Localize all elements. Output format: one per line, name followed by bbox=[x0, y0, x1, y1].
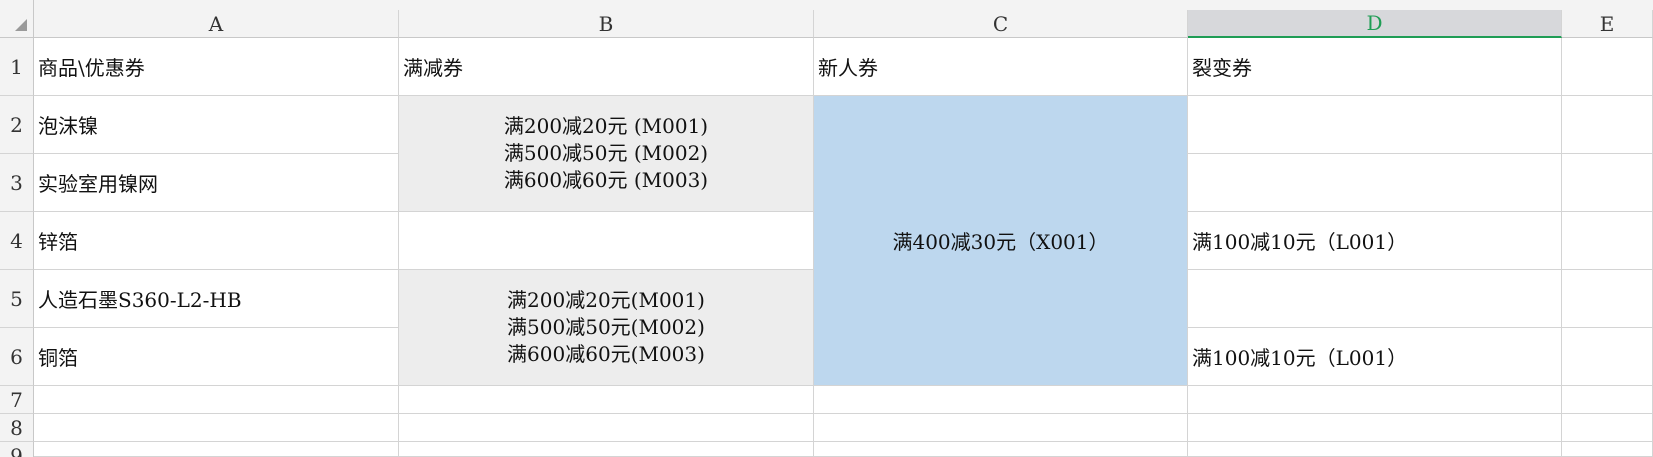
cell-e5[interactable] bbox=[1562, 270, 1653, 328]
cell-a9[interactable] bbox=[34, 442, 399, 457]
cell-a4[interactable]: 锌箔 bbox=[34, 212, 399, 270]
column-header-c[interactable]: C bbox=[814, 10, 1188, 38]
column-header-e[interactable]: E bbox=[1562, 10, 1653, 38]
coupon-line: 满500减50元 (M002) bbox=[503, 141, 709, 165]
cell-c1[interactable]: 新人券 bbox=[814, 38, 1188, 96]
cell-d1[interactable]: 裂变券 bbox=[1188, 38, 1562, 96]
spreadsheet: A B C D E 1 2 3 4 5 6 7 8 9 商品\优惠券 满减券 新… bbox=[0, 0, 1653, 457]
cell-b9[interactable] bbox=[399, 442, 814, 457]
cell-c7[interactable] bbox=[814, 386, 1188, 414]
cell-c2-c6-merged[interactable]: 满400减30元（X001） bbox=[814, 96, 1188, 386]
cell-a3[interactable]: 实验室用镍网 bbox=[34, 154, 399, 212]
cell-b5-b6-merged[interactable]: 满200减20元(M001) 满500减50元(M002) 满600减60元(M… bbox=[399, 270, 814, 386]
toolbar-strip bbox=[0, 0, 1653, 10]
coupon-line: 满500减50元(M002) bbox=[507, 315, 705, 339]
cell-d2[interactable] bbox=[1188, 96, 1562, 154]
cell-b4[interactable] bbox=[399, 212, 814, 270]
cell-d6[interactable]: 满100减10元（L001） bbox=[1188, 328, 1562, 386]
row-header-2[interactable]: 2 bbox=[0, 96, 34, 154]
cell-e2[interactable] bbox=[1562, 96, 1653, 154]
cell-e1[interactable] bbox=[1562, 38, 1653, 96]
column-header-a[interactable]: A bbox=[34, 10, 399, 38]
cell-a8[interactable] bbox=[34, 414, 399, 442]
cell-e8[interactable] bbox=[1562, 414, 1653, 442]
row-header-5[interactable]: 5 bbox=[0, 270, 34, 328]
cell-d5[interactable] bbox=[1188, 270, 1562, 328]
cell-a5[interactable]: 人造石墨S360-L2-HB bbox=[34, 270, 399, 328]
row-header-9[interactable]: 9 bbox=[0, 442, 34, 457]
cell-e7[interactable] bbox=[1562, 386, 1653, 414]
cell-a2[interactable]: 泡沫镍 bbox=[34, 96, 399, 154]
select-all-corner[interactable] bbox=[0, 0, 34, 38]
cell-b8[interactable] bbox=[399, 414, 814, 442]
coupon-line: 满600减60元(M003) bbox=[507, 342, 705, 366]
row-header-7[interactable]: 7 bbox=[0, 386, 34, 414]
coupon-line: 满200减20元 (M001) bbox=[503, 114, 709, 138]
column-header-b[interactable]: B bbox=[399, 10, 814, 38]
cell-a6[interactable]: 铜箔 bbox=[34, 328, 399, 386]
cell-b1[interactable]: 满减券 bbox=[399, 38, 814, 96]
cell-a7[interactable] bbox=[34, 386, 399, 414]
cell-e3[interactable] bbox=[1562, 154, 1653, 212]
cell-c8[interactable] bbox=[814, 414, 1188, 442]
cell-b2-b3-merged[interactable]: 满200减20元 (M001) 满500减50元 (M002) 满600减60元… bbox=[399, 96, 814, 212]
row-header-6[interactable]: 6 bbox=[0, 328, 34, 386]
cell-d8[interactable] bbox=[1188, 414, 1562, 442]
cell-e4[interactable] bbox=[1562, 212, 1653, 270]
column-header-d[interactable]: D bbox=[1188, 10, 1562, 38]
row-header-4[interactable]: 4 bbox=[0, 212, 34, 270]
cell-d9[interactable] bbox=[1188, 442, 1562, 457]
coupon-line: 满200减20元(M001) bbox=[507, 288, 705, 312]
cell-b7[interactable] bbox=[399, 386, 814, 414]
cell-d4[interactable]: 满100减10元（L001） bbox=[1188, 212, 1562, 270]
row-header-3[interactable]: 3 bbox=[0, 154, 34, 212]
cell-a1[interactable]: 商品\优惠券 bbox=[34, 38, 399, 96]
row-header-8[interactable]: 8 bbox=[0, 414, 34, 442]
cell-d3[interactable] bbox=[1188, 154, 1562, 212]
cell-d7[interactable] bbox=[1188, 386, 1562, 414]
row-header-1[interactable]: 1 bbox=[0, 38, 34, 96]
cell-e6[interactable] bbox=[1562, 328, 1653, 386]
cell-c9[interactable] bbox=[814, 442, 1188, 457]
cell-e9[interactable] bbox=[1562, 442, 1653, 457]
select-all-icon bbox=[15, 19, 27, 31]
coupon-line: 满600减60元 (M003) bbox=[503, 168, 709, 192]
